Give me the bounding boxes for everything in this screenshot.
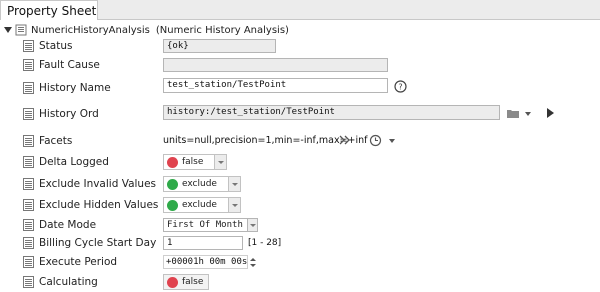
property-icon xyxy=(23,237,34,249)
component-icon xyxy=(15,24,27,36)
true-indicator-icon xyxy=(167,178,178,190)
property-label: Fault Cause xyxy=(39,59,100,71)
select-value: false xyxy=(182,277,204,287)
tab-property-sheet[interactable]: Property Sheet xyxy=(0,0,98,20)
property-row-history-name: History Name test_station/TestPoint ? xyxy=(0,77,600,97)
exclude-hidden-select[interactable]: exclude xyxy=(163,197,241,213)
property-row-facets: Facets units=null,precision=1,min=-inf,m… xyxy=(0,131,600,151)
calculating-value: false xyxy=(163,274,209,290)
facets-value: units=null,precision=1,min=-inf,max=+inf xyxy=(163,135,368,146)
history-name-input[interactable]: test_station/TestPoint xyxy=(163,78,388,93)
component-name: NumericHistoryAnalysis xyxy=(31,24,150,36)
property-row-calculating: Calculating false xyxy=(0,272,600,292)
property-icon xyxy=(23,199,34,211)
history-ord-field[interactable]: history:/test_station/TestPoint xyxy=(163,105,500,120)
date-mode-select[interactable]: First Of Month xyxy=(163,218,258,232)
property-icon xyxy=(23,82,34,94)
property-icon xyxy=(23,156,34,168)
billing-cycle-range: [1 - 28] xyxy=(248,238,282,248)
collapse-icon[interactable] xyxy=(4,27,12,33)
property-row-billing-cycle: Billing Cycle Start Day 1 [1 - 28] xyxy=(0,235,600,252)
property-row-status: Status {ok} xyxy=(0,38,600,54)
chevron-down-icon[interactable] xyxy=(389,139,395,143)
property-icon xyxy=(23,256,34,268)
history-clock-icon[interactable] xyxy=(369,134,382,150)
fault-cause-field xyxy=(163,58,388,72)
property-label: Exclude Hidden Values xyxy=(39,199,159,211)
property-row-execute-period: Execute Period +00001h 00m 00s xyxy=(0,254,600,271)
property-label: Billing Cycle Start Day xyxy=(39,237,157,249)
select-value: exclude xyxy=(182,200,217,210)
property-label: Execute Period xyxy=(39,256,118,268)
property-label: Status xyxy=(39,40,73,52)
exclude-invalid-select[interactable]: exclude xyxy=(163,176,241,192)
billing-cycle-input[interactable]: 1 xyxy=(163,236,243,250)
play-icon[interactable] xyxy=(546,107,555,122)
property-icon xyxy=(23,276,34,288)
delta-logged-select[interactable]: false xyxy=(163,154,227,170)
dropdown-arrow-icon[interactable] xyxy=(247,219,257,231)
property-icon xyxy=(23,219,34,231)
property-icon xyxy=(23,108,34,120)
property-label: Delta Logged xyxy=(39,156,109,168)
property-row-fault-cause: Fault Cause xyxy=(0,57,600,73)
double-chevron-right-icon[interactable] xyxy=(339,134,351,149)
property-label: Exclude Invalid Values xyxy=(39,178,157,190)
false-indicator-icon xyxy=(167,156,178,168)
property-row-exclude-invalid: Exclude Invalid Values exclude xyxy=(0,174,600,194)
dropdown-arrow-icon[interactable] xyxy=(228,198,240,212)
select-value: false xyxy=(182,157,204,167)
property-label: Facets xyxy=(39,135,73,147)
property-icon xyxy=(23,178,34,190)
execute-period-input[interactable]: +00001h 00m 00s xyxy=(163,255,248,269)
false-indicator-icon xyxy=(167,276,178,288)
property-row-exclude-hidden: Exclude Hidden Values exclude xyxy=(0,195,600,215)
select-value: exclude xyxy=(182,179,217,189)
spinner-icon[interactable] xyxy=(249,257,257,271)
property-icon xyxy=(23,59,34,71)
property-label: History Ord xyxy=(39,108,99,120)
property-label: History Name xyxy=(39,82,111,94)
property-row-delta-logged: Delta Logged false xyxy=(0,152,600,172)
true-indicator-icon xyxy=(167,199,178,211)
property-row-date-mode: Date Mode First Of Month xyxy=(0,217,600,234)
tab-bar: Property Sheet xyxy=(0,0,600,20)
property-label: Calculating xyxy=(39,276,98,288)
dropdown-arrow-icon[interactable] xyxy=(228,177,240,191)
component-type: (Numeric History Analysis) xyxy=(155,24,289,36)
svg-text:?: ? xyxy=(398,83,402,92)
status-field: {ok} xyxy=(163,39,276,53)
chevron-down-icon[interactable] xyxy=(525,112,531,116)
dropdown-arrow-icon[interactable] xyxy=(214,155,226,169)
property-icon xyxy=(23,135,34,147)
folder-icon[interactable] xyxy=(506,108,520,122)
property-row-history-ord: History Ord history:/test_station/TestPo… xyxy=(0,103,600,123)
select-value: First Of Month xyxy=(167,220,243,230)
property-label: Date Mode xyxy=(39,219,97,231)
help-icon[interactable]: ? xyxy=(394,80,407,96)
component-header: NumericHistoryAnalysis (Numeric History … xyxy=(4,23,289,37)
property-icon xyxy=(23,40,34,52)
